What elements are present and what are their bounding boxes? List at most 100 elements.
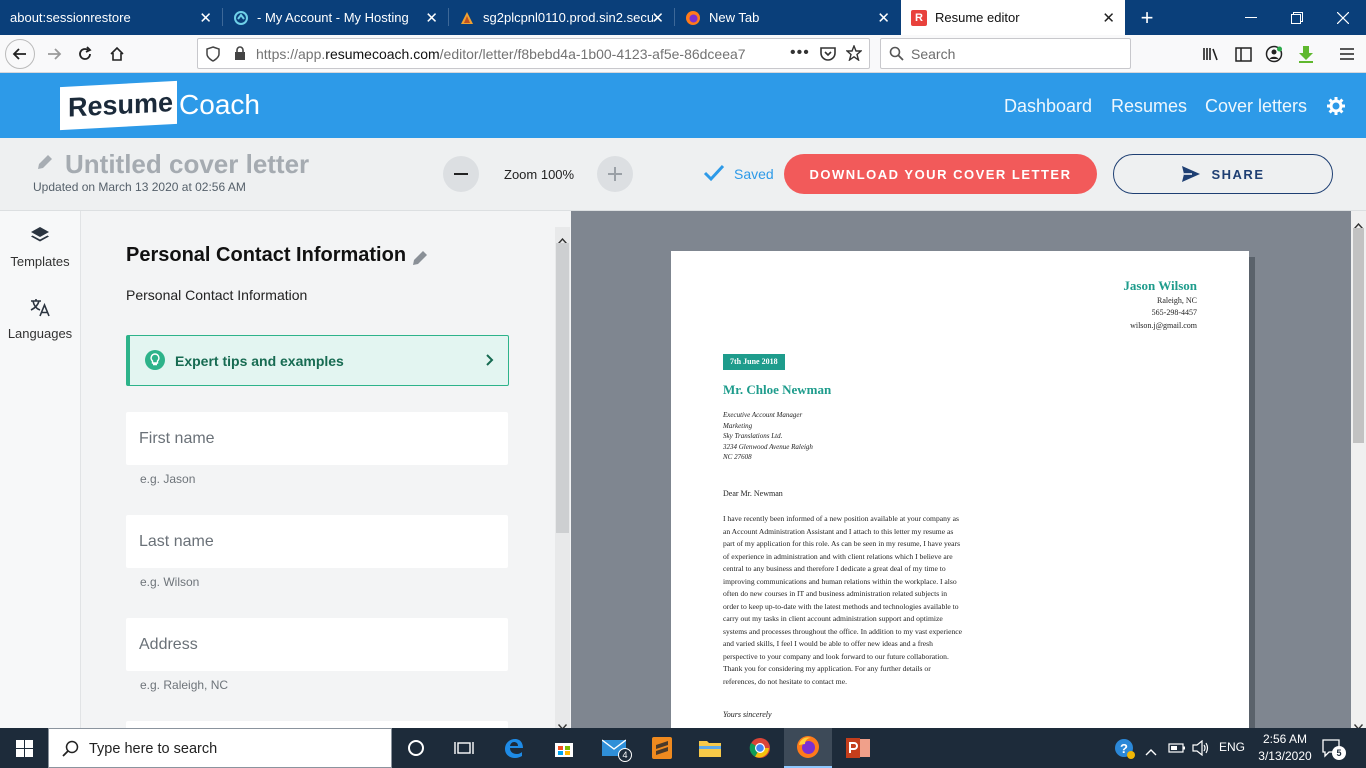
reload-button[interactable] [70, 39, 100, 69]
lock-icon[interactable] [234, 46, 246, 66]
windows-start-icon[interactable] [0, 728, 48, 768]
file-explorer-icon[interactable] [686, 728, 734, 768]
url-text[interactable]: https://app.resumecoach.com/editor/lette… [256, 46, 752, 62]
tab-cpanel[interactable]: sg2plcpnl0110.prod.sin2.secure ✕ [449, 0, 674, 35]
taskbar-search-placeholder: Type here to search [89, 741, 218, 757]
last-name-field[interactable] [126, 515, 508, 568]
task-view-icon[interactable] [440, 728, 488, 768]
body-line: references, do not hesitate to contact m… [723, 676, 847, 686]
body-line: order to keep up-to-date with the latest… [723, 601, 959, 611]
language-indicator[interactable]: ENG [1219, 740, 1245, 754]
scroll-down-icon[interactable] [1353, 717, 1364, 728]
address-field[interactable] [126, 618, 508, 671]
tab-my-account[interactable]: - My Account - My Hosting ✕ [223, 0, 448, 35]
body-line: central to any business and therefore I … [723, 564, 946, 573]
menu-hamburger-icon[interactable] [1332, 39, 1362, 69]
zoom-out-button[interactable] [443, 156, 479, 192]
close-tab-icon[interactable]: ✕ [425, 9, 438, 27]
last-name-hint: e.g. Wilson [140, 575, 200, 589]
body-line: an Account Administration Assistant and … [723, 526, 954, 536]
body-line: part of my application for this role. As… [723, 539, 961, 548]
edit-title-pencil-icon[interactable] [35, 152, 55, 177]
account-icon[interactable] [1259, 39, 1289, 69]
sender-city: Raleigh, NC [1157, 296, 1197, 305]
form-scrollbar-thumb[interactable] [556, 243, 569, 533]
first-name-field[interactable] [126, 412, 508, 465]
system-clock[interactable]: 2:56 AM 3/13/2020 [1255, 731, 1315, 765]
browser-search-input[interactable]: Search [880, 38, 1131, 69]
download-cover-letter-button[interactable]: DOWNLOAD YOUR COVER LETTER [784, 154, 1097, 194]
edit-section-pencil-icon[interactable] [410, 248, 430, 273]
close-tab-icon[interactable]: ✕ [877, 9, 890, 27]
languages-button[interactable]: Languages [0, 297, 80, 341]
firefox-taskbar-icon[interactable] [784, 728, 832, 768]
scroll-down-icon[interactable] [557, 717, 568, 728]
edge-icon[interactable] [490, 728, 538, 768]
tab-title: - My Account - My Hosting [257, 10, 409, 25]
left-rail: Templates Languages [0, 211, 81, 728]
forward-button[interactable] [39, 39, 69, 69]
mail-icon[interactable]: 4 [590, 728, 638, 768]
nav-cover-letters-link[interactable]: Cover letters [1205, 96, 1307, 117]
cortana-icon[interactable] [392, 728, 440, 768]
nav-resumes-link[interactable]: Resumes [1111, 96, 1187, 117]
preview-scrollbar-thumb[interactable] [1353, 228, 1364, 443]
body-line: perspective to your company and look for… [723, 651, 949, 661]
zoom-in-button[interactable] [597, 156, 633, 192]
body-line: of experience in administration and with… [723, 551, 953, 561]
chevron-up-icon[interactable] [1145, 743, 1157, 761]
store-icon[interactable] [540, 728, 588, 768]
help-icon[interactable]: ? [1114, 738, 1136, 765]
download-arrow-icon[interactable] [1291, 39, 1321, 69]
home-button[interactable] [102, 39, 132, 69]
last-name-input[interactable] [126, 515, 508, 568]
address-input[interactable] [126, 618, 508, 671]
salutation: Dear Mr. Newman [723, 489, 783, 498]
form-scrollbar[interactable] [555, 227, 570, 728]
volume-icon[interactable] [1192, 739, 1210, 761]
sidebar-toggle-icon[interactable] [1228, 39, 1258, 69]
templates-button[interactable]: Templates [0, 225, 80, 269]
powerpoint-icon[interactable] [834, 728, 882, 768]
resumecoach-logo[interactable]: Resume Coach [60, 80, 260, 130]
page-actions-icon[interactable]: ••• [790, 44, 810, 62]
preview-scrollbar[interactable] [1351, 211, 1366, 728]
tab-title: New Tab [709, 10, 760, 25]
taskbar-search-box[interactable]: Type here to search [48, 728, 392, 768]
tab-resume-editor[interactable]: R Resume editor ✕ [901, 0, 1125, 35]
tracking-shield-icon[interactable] [206, 46, 220, 67]
close-tab-icon[interactable]: ✕ [651, 9, 664, 27]
library-icon[interactable] [1196, 39, 1226, 69]
new-tab-button[interactable]: + [1124, 0, 1170, 35]
pocket-icon[interactable] [820, 46, 836, 66]
share-button[interactable]: SHARE [1113, 154, 1333, 194]
tab-sessionrestore[interactable]: about:sessionrestore ✕ [0, 0, 222, 35]
recipient-line: Marketing [723, 421, 753, 430]
battery-icon[interactable] [1168, 741, 1186, 760]
nav-dashboard-link[interactable]: Dashboard [1004, 96, 1092, 117]
next-field[interactable] [126, 721, 508, 728]
close-tab-icon[interactable]: ✕ [1102, 9, 1115, 27]
chrome-icon[interactable] [736, 728, 784, 768]
url-bar[interactable]: https://app.resumecoach.com/editor/lette… [197, 38, 870, 69]
bookmark-star-icon[interactable] [845, 44, 863, 66]
document-title[interactable]: Untitled cover letter [65, 149, 309, 180]
minimize-window-button[interactable] [1228, 0, 1274, 35]
letter-page[interactable]: Jason Wilson Raleigh, NC 565-298-4457 wi… [671, 251, 1249, 728]
close-window-button[interactable] [1320, 0, 1366, 35]
body-line: often do new courses in IT and business … [723, 589, 948, 598]
tab-new-tab[interactable]: New Tab ✕ [675, 0, 900, 35]
body-line: I have recently been informed of a new p… [723, 514, 959, 523]
chevron-right-icon [486, 353, 494, 371]
close-tab-icon[interactable]: ✕ [199, 9, 212, 27]
first-name-input[interactable] [126, 412, 508, 465]
expert-tips-banner[interactable]: Expert tips and examples [126, 335, 509, 386]
mail-badge: 4 [618, 748, 632, 762]
letter-body: I have recently been informed of a new p… [723, 513, 962, 688]
settings-gear-icon[interactable] [1327, 97, 1345, 120]
back-button[interactable] [5, 39, 35, 69]
updated-timestamp: Updated on March 13 2020 at 02:56 AM [33, 180, 246, 194]
sublime-text-icon[interactable] [638, 728, 686, 768]
notification-center-icon[interactable]: 5 [1322, 739, 1346, 764]
restore-window-button[interactable] [1274, 0, 1320, 35]
